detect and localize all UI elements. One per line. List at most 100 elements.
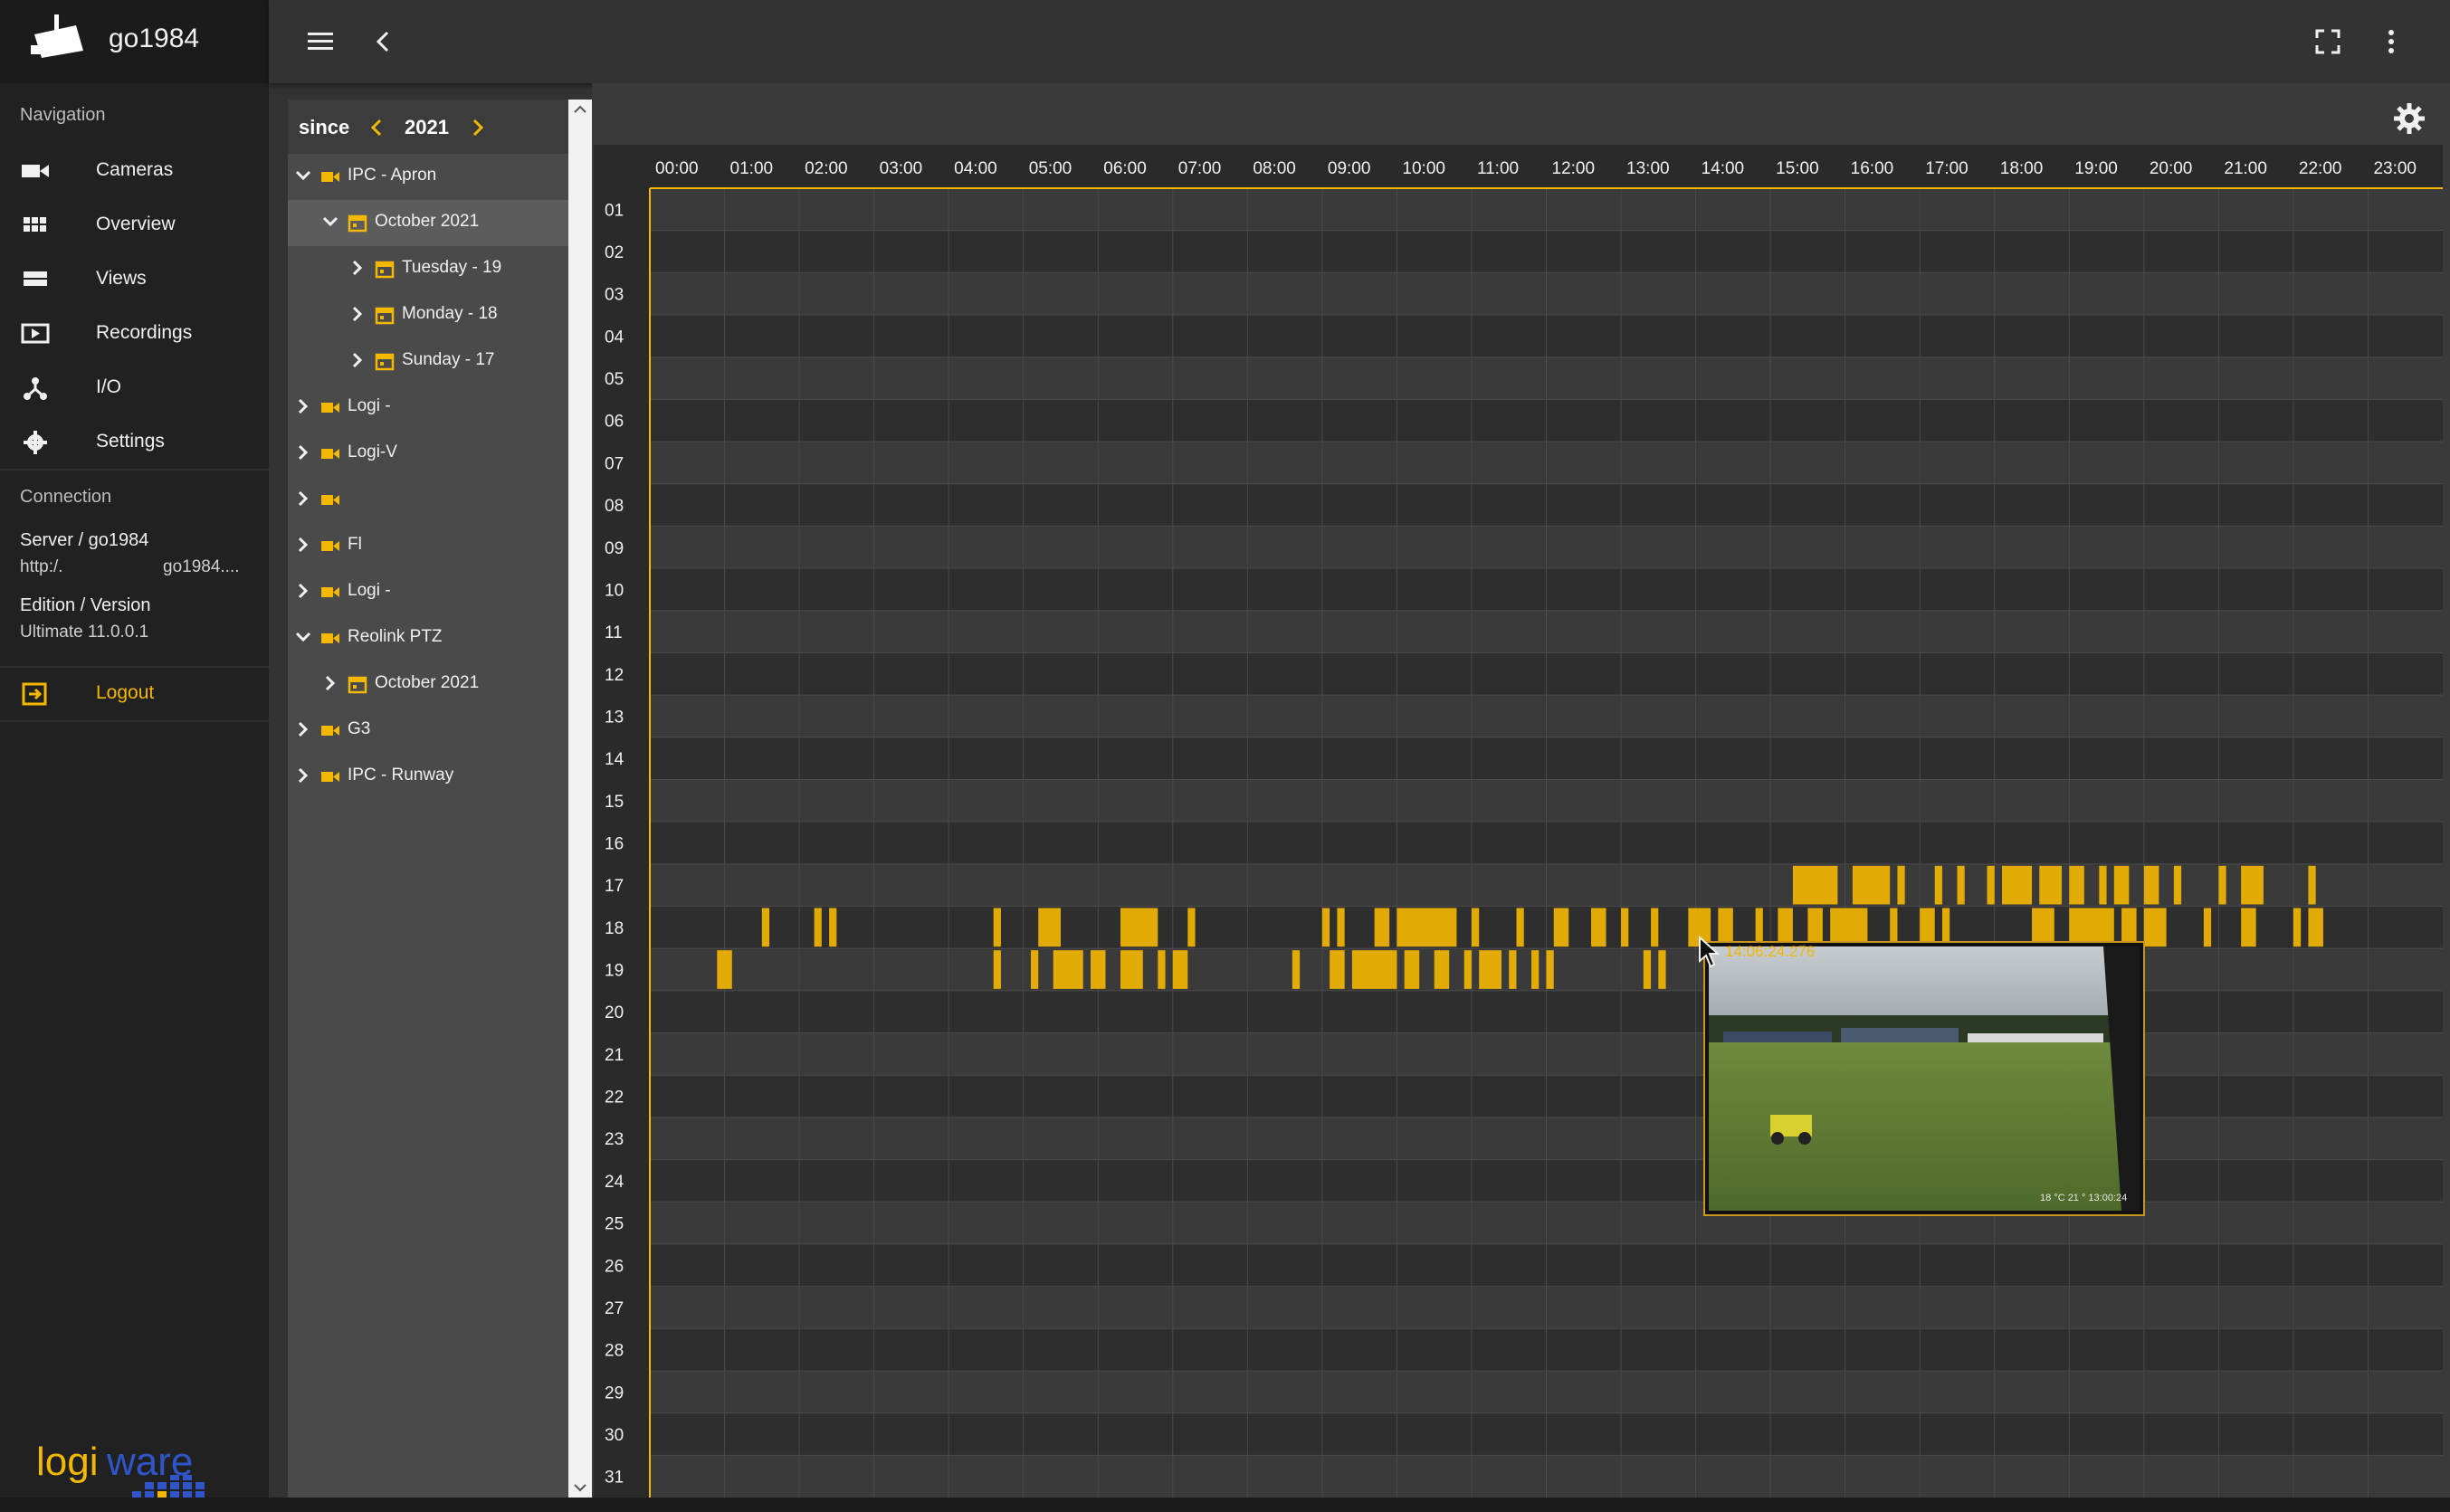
- recording-segment: [814, 908, 822, 947]
- chevron-right-icon[interactable]: [293, 442, 313, 463]
- tree-row[interactable]: G3: [288, 708, 568, 754]
- tree-row[interactable]: Logi -: [288, 569, 568, 615]
- previous-year-button[interactable]: [366, 116, 387, 139]
- logout-icon: [22, 682, 47, 706]
- fullscreen-icon[interactable]: [2308, 22, 2348, 62]
- day-label-column: [594, 145, 650, 1498]
- recording-segment: [2203, 908, 2212, 947]
- tree-row-label: IPC - Runway: [348, 766, 454, 785]
- nav-item-views[interactable]: Views: [0, 253, 269, 306]
- nav-item-label: Overview: [96, 214, 176, 234]
- chevron-right-icon[interactable]: [293, 488, 313, 509]
- calendar-icon: [348, 214, 367, 233]
- tree-row-label: Tuesday - 19: [402, 258, 502, 277]
- edition-value: Ultimate 11.0.0.1: [20, 623, 149, 642]
- tree-row-label: G3: [348, 719, 371, 738]
- menu-icon[interactable]: [300, 22, 340, 62]
- recording-segment: [1897, 865, 1905, 905]
- recording-timeline-grid[interactable]: 01 02 03 04 05 06 07 08 09 10 11 12 13 14 15 16 17 18 19 20…: [594, 145, 2443, 1498]
- recording-segment: [1934, 865, 1942, 905]
- recording-preview-thumbnail: 18 °C 21 ° 13:00:24: [1703, 941, 2145, 1216]
- nav-item-overview[interactable]: Overview: [0, 199, 269, 252]
- tree-row[interactable]: IPC - Apron: [288, 154, 568, 200]
- recording-segment: [2241, 908, 2256, 947]
- next-year-button[interactable]: [467, 116, 489, 139]
- chevron-right-icon[interactable]: [293, 718, 313, 740]
- since-label: since: [299, 116, 350, 138]
- tree-row[interactable]: Sunday - 17: [288, 338, 568, 385]
- hour-label: 16:00: [1851, 159, 1894, 178]
- tree-row[interactable]: IPC - Runway: [288, 754, 568, 800]
- tree-row[interactable]: Fl: [288, 523, 568, 569]
- tree-row-label: IPC - Apron: [348, 166, 437, 185]
- recording-segment: [1591, 908, 1606, 947]
- timeline-settings-gear-icon[interactable]: [2392, 101, 2426, 136]
- grid-icon: [24, 217, 46, 232]
- more-vertical-icon[interactable]: [2371, 22, 2411, 62]
- tree-row[interactable]: [288, 477, 568, 523]
- mouse-cursor-icon: [1699, 936, 1721, 968]
- tree-row-label: October 2021: [375, 673, 480, 692]
- hour-label: 17:00: [1925, 159, 1969, 178]
- nav-item-label: Recordings: [96, 322, 193, 343]
- edition-label: Edition / Version: [20, 595, 151, 615]
- chevron-right-icon[interactable]: [348, 349, 367, 371]
- video-camera-icon: [321, 495, 339, 505]
- day-label: 09: [605, 539, 624, 558]
- chevron-right-icon[interactable]: [293, 534, 313, 556]
- recording-segment: [2308, 865, 2316, 905]
- recording-segment: [1658, 950, 1666, 989]
- logout-label: Logout: [96, 682, 155, 703]
- recording-segment: [2308, 908, 2323, 947]
- nav-section-connection: Connection: [20, 487, 112, 507]
- chevron-right-icon[interactable]: [293, 580, 313, 602]
- day-label: 02: [605, 243, 624, 262]
- hour-label: 07:00: [1178, 159, 1222, 178]
- chevron-down-icon[interactable]: [320, 211, 340, 233]
- tree-row[interactable]: Logi -: [288, 385, 568, 431]
- logiware-logo: logi ware: [36, 1440, 205, 1498]
- hour-label: 22:00: [2299, 159, 2342, 178]
- video-camera-icon: [321, 772, 339, 782]
- chevron-right-icon[interactable]: [320, 672, 340, 694]
- hour-label: 15:00: [1776, 159, 1819, 178]
- recording-segment: [1404, 950, 1420, 989]
- tree-row[interactable]: October 2021: [288, 200, 568, 246]
- chevron-right-icon[interactable]: [348, 257, 367, 279]
- hour-label: 00:00: [655, 159, 699, 178]
- tree-row-label: Sunday - 17: [402, 350, 495, 369]
- nav-item-cameras[interactable]: Cameras: [0, 145, 269, 197]
- day-label: 21: [605, 1046, 624, 1065]
- server-url-prefix: http:/.: [20, 557, 63, 576]
- nav-item-recordings[interactable]: Recordings: [0, 308, 269, 360]
- tree-row-label: Logi -: [348, 396, 391, 415]
- video-camera-icon: [321, 403, 339, 413]
- back-chevron-icon[interactable]: [364, 22, 404, 62]
- chevron-right-icon[interactable]: [293, 395, 313, 417]
- recording-segment: [2039, 865, 2063, 905]
- tree-row[interactable]: October 2021: [288, 661, 568, 708]
- day-label: 10: [605, 581, 624, 600]
- chevron-down-icon[interactable]: [293, 165, 313, 186]
- recording-segment: [1471, 908, 1480, 947]
- scroll-arrows: [574, 105, 586, 1492]
- recording-segment: [1792, 865, 1838, 905]
- nav-item-io[interactable]: I/O: [0, 362, 269, 414]
- tree-row[interactable]: Monday - 18: [288, 292, 568, 338]
- day-label: 01: [605, 201, 624, 220]
- day-label: 11: [605, 623, 623, 642]
- tree-row[interactable]: Reolink PTZ: [288, 615, 568, 661]
- preview-timestamp: 14:06:24.276: [1725, 943, 1816, 960]
- hour-label: 01:00: [730, 159, 774, 178]
- logout-button[interactable]: Logout: [0, 668, 269, 720]
- day-label: 12: [605, 666, 624, 685]
- nav-item-settings[interactable]: Settings: [0, 416, 269, 469]
- tree-row[interactable]: Tuesday - 19: [288, 246, 568, 292]
- chevron-right-icon[interactable]: [348, 303, 367, 325]
- chevron-down-icon[interactable]: [293, 626, 313, 648]
- tree-scrollbar[interactable]: [568, 100, 592, 1498]
- recording-segment: [2113, 865, 2130, 905]
- chevron-right-icon[interactable]: [293, 765, 313, 786]
- day-label: 15: [605, 793, 624, 812]
- tree-row[interactable]: Logi-V: [288, 431, 568, 477]
